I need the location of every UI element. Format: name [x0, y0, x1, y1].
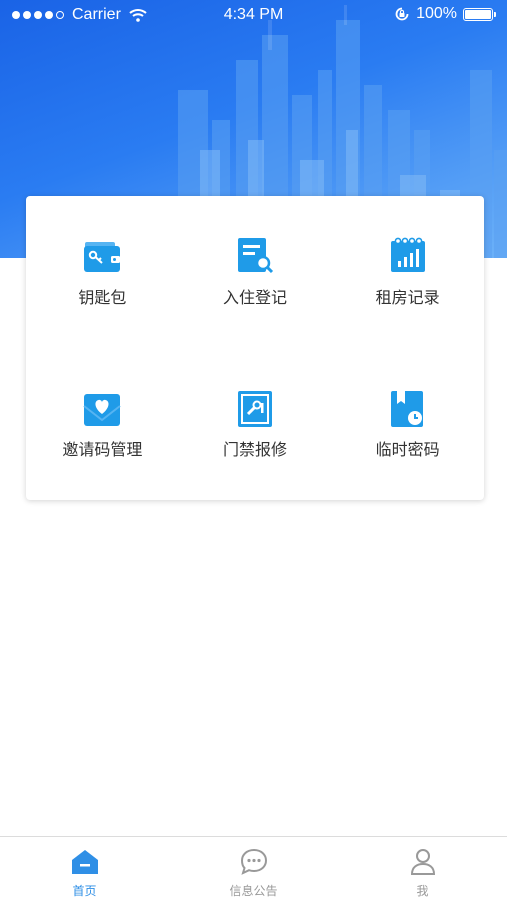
- status-bar: Carrier 4:34 PM 100%: [0, 0, 507, 32]
- menu-item-temp-password[interactable]: 临时密码: [331, 348, 484, 500]
- menu-item-label: 临时密码: [375, 440, 440, 459]
- menu-item-label: 钥匙包: [78, 288, 127, 307]
- tab-label: 首页: [72, 884, 97, 898]
- menu-grid: 钥匙包 入住登记 租房记录 邀请码管理 门禁报修 临时密码: [26, 196, 484, 500]
- chat-bubble-icon: [240, 848, 267, 875]
- tab-announcements[interactable]: 信息公告: [169, 837, 338, 900]
- menu-item-invite-code[interactable]: 邀请码管理: [26, 348, 179, 500]
- menu-item-label: 门禁报修: [222, 440, 287, 459]
- document-search-icon: [237, 238, 274, 274]
- door-tool-icon: [237, 391, 272, 427]
- tab-label: 我: [416, 884, 429, 898]
- menu-item-key-wallet[interactable]: 钥匙包: [26, 196, 179, 348]
- heart-envelope-icon: [83, 394, 121, 426]
- tab-home[interactable]: 首页: [0, 837, 169, 900]
- person-icon: [410, 849, 435, 875]
- menu-item-label: 入住登记: [222, 288, 287, 307]
- tab-bar: 首页 信息公告 我: [0, 836, 507, 900]
- calendar-chart-icon: [390, 237, 425, 272]
- home-icon: [71, 850, 98, 874]
- status-right: 100%: [394, 5, 496, 23]
- menu-item-access-repair[interactable]: 门禁报修: [179, 348, 332, 500]
- battery-icon: [463, 7, 496, 21]
- menu-item-label: 邀请码管理: [62, 440, 143, 459]
- wallet-icon: [84, 242, 121, 272]
- menu-item-rental-records[interactable]: 租房记录: [331, 196, 484, 348]
- home-screen: Carrier 4:34 PM 100% 钥匙包 入住登记 租房记录 邀请码管理…: [0, 0, 507, 900]
- menu-card: 钥匙包 入住登记 租房记录 邀请码管理 门禁报修 临时密码: [26, 196, 484, 500]
- menu-item-label: 租房记录: [375, 288, 440, 307]
- battery-percent: 100%: [416, 5, 457, 22]
- menu-item-check-in[interactable]: 入住登记: [179, 196, 332, 348]
- book-clock-icon: [390, 391, 423, 427]
- tab-me[interactable]: 我: [338, 837, 507, 900]
- tab-label: 信息公告: [229, 884, 278, 898]
- battery-level: [465, 9, 491, 19]
- rotation-lock-icon: [395, 7, 409, 21]
